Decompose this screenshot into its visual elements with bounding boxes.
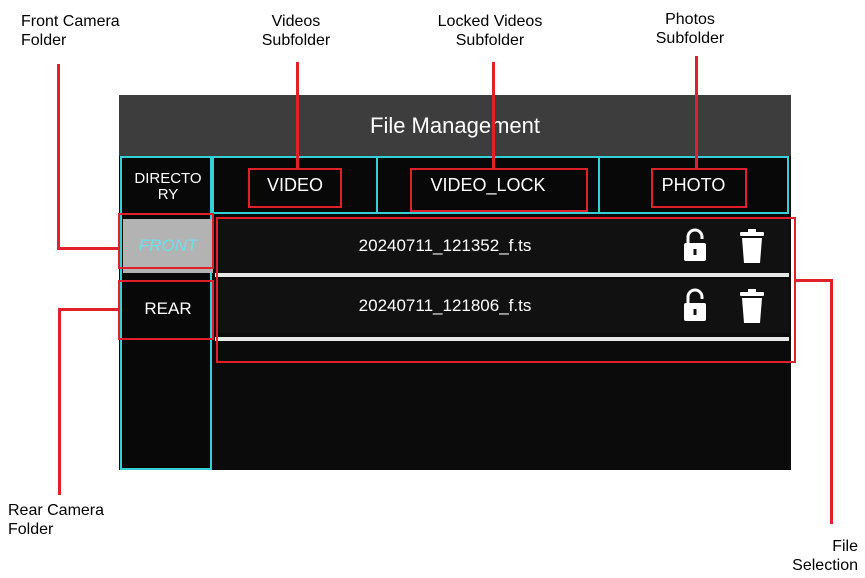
highlight-photo-tab bbox=[651, 168, 747, 208]
leader-front-horizontal bbox=[57, 247, 120, 250]
callout-rear-camera-folder: Rear Camera Folder bbox=[8, 502, 105, 538]
highlight-video-tab bbox=[248, 168, 342, 208]
highlight-file-selection bbox=[216, 217, 796, 363]
highlight-rear-folder bbox=[118, 280, 214, 340]
page-title: File Management bbox=[119, 95, 791, 156]
highlight-video-lock-tab bbox=[410, 168, 588, 212]
leader-file-selection-vertical bbox=[830, 279, 833, 524]
callout-videos-subfolder: Videos Subfolder bbox=[261, 13, 331, 49]
leader-rear-vertical bbox=[58, 309, 61, 495]
leader-file-selection-horizontal bbox=[795, 279, 833, 282]
callout-file-selection: File Selection bbox=[792, 538, 858, 574]
leader-videos bbox=[296, 62, 299, 169]
leader-locked-videos bbox=[492, 62, 495, 169]
highlight-front-folder bbox=[118, 213, 214, 269]
callout-locked-videos-subfolder: Locked Videos Subfolder bbox=[437, 13, 543, 49]
callout-front-camera-folder: Front Camera Folder bbox=[21, 13, 120, 49]
callout-photos-subfolder: Photos Subfolder bbox=[655, 11, 725, 47]
directory-label: DIRECTO RY bbox=[134, 170, 202, 203]
leader-photos bbox=[695, 56, 698, 169]
leader-rear-horizontal bbox=[58, 308, 120, 311]
leader-front-vertical bbox=[57, 64, 60, 250]
